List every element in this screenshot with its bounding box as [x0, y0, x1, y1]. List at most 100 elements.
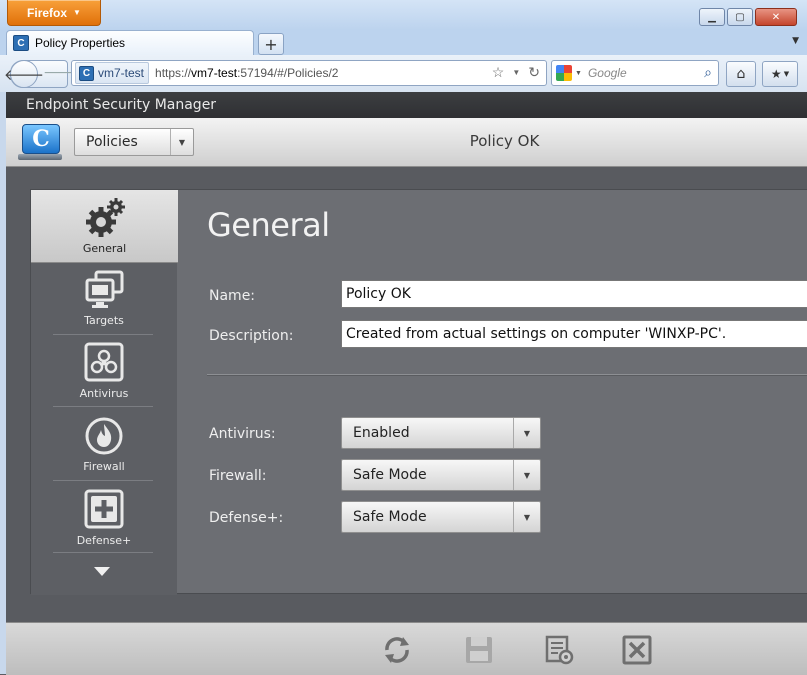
home-button[interactable]: ⌂ — [726, 61, 756, 87]
biohazard-icon — [82, 341, 126, 385]
bookmarks-button[interactable]: ★ ▼ — [762, 61, 798, 87]
defense-label: Defense+: — [209, 510, 284, 526]
search-bar[interactable]: ▼ Google ⌕ — [551, 60, 719, 86]
back-forward-group: 🡐 🡒 — [4, 60, 81, 88]
sidebar-divider — [53, 480, 153, 481]
url-scheme: https:// — [155, 66, 192, 80]
policy-panel: General Targets Antivirus Firewall Defen… — [30, 189, 807, 595]
logo-base — [18, 154, 62, 160]
sidebar-item-firewall[interactable]: Firewall — [31, 408, 177, 480]
description-label: Description: — [209, 328, 294, 344]
url-path: :57194/#/Policies/2 — [237, 66, 339, 80]
back-arrow-icon: 🡐 — [3, 65, 45, 84]
google-icon[interactable] — [556, 65, 572, 81]
home-icon: ⌂ — [736, 66, 746, 82]
triangle-down-icon — [94, 567, 110, 576]
close-icon: ✕ — [771, 11, 781, 23]
antivirus-select-value: Enabled — [353, 425, 410, 441]
chevron-down-icon: ▼ — [513, 502, 540, 532]
name-input[interactable]: Policy OK — [341, 280, 807, 308]
section-title: General — [207, 206, 330, 244]
sidebar-item-defense[interactable]: Defense+ — [31, 482, 177, 554]
close-box-icon — [622, 635, 652, 665]
minimize-icon: ▁ — [708, 11, 716, 23]
form-divider — [207, 374, 807, 375]
flame-icon — [82, 414, 126, 458]
url-bar[interactable]: C vm7-test https://vm7-test:57194/#/Poli… — [71, 60, 547, 86]
window-titlebar: Firefox ▼ ▁ ▢ ✕ — [0, 0, 807, 31]
plus-icon: + — [264, 34, 278, 54]
bookmarks-icon: ★ — [770, 67, 782, 81]
general-section: General Name: Policy OK Description: Cre… — [177, 190, 807, 595]
chevron-down-icon: ▼ — [513, 460, 540, 490]
app-header: Endpoint Security Manager — [6, 92, 807, 118]
chevron-down-icon: ▼ — [513, 418, 540, 448]
bookmark-star-icon[interactable]: ☆ — [492, 64, 505, 81]
window-controls: ▁ ▢ ✕ — [699, 8, 797, 26]
save-disk-icon — [466, 637, 492, 663]
sidebar-item-label: Defense+ — [76, 534, 132, 547]
firewall-label: Firewall: — [209, 468, 267, 484]
url-bar-actions: ☆ ▼ ↻ — [492, 64, 540, 81]
caret-down-icon: ▼ — [73, 8, 81, 17]
sidebar-divider — [53, 552, 153, 553]
monitors-icon — [82, 268, 126, 312]
antivirus-select[interactable]: Enabled ▼ — [341, 417, 541, 449]
sidebar-item-label: Targets — [84, 314, 124, 327]
close-window-button[interactable]: ✕ — [755, 8, 797, 26]
policy-sidebar: General Targets Antivirus Firewall Defen… — [31, 190, 178, 595]
tab-title: Policy Properties — [35, 36, 126, 50]
save-button[interactable] — [462, 633, 496, 667]
defense-select[interactable]: Safe Mode ▼ — [341, 501, 541, 533]
url-host: vm7-test — [191, 66, 238, 80]
minimize-button[interactable]: ▁ — [699, 8, 725, 26]
refresh-icon — [385, 637, 409, 663]
sidebar-scroll-down-button[interactable] — [92, 562, 112, 581]
name-label: Name: — [209, 288, 256, 304]
app-favicon-icon: C — [13, 35, 29, 51]
chevron-down-icon: ▼ — [783, 70, 790, 78]
sidebar-item-label: General — [82, 242, 127, 255]
tab-bar: C Policy Properties + ▼ — [0, 30, 807, 55]
policy-title: Policy OK — [469, 132, 540, 150]
tab-list-chevron-icon[interactable]: ▼ — [792, 36, 799, 46]
site-identity-label: vm7-test — [98, 66, 145, 80]
document-settings-icon — [545, 635, 574, 665]
back-button[interactable]: 🡐 — [4, 60, 44, 88]
reload-icon[interactable]: ↻ — [528, 64, 540, 81]
app-toolbar: C Policies ▼ Policy OK — [6, 118, 807, 167]
refresh-button[interactable] — [380, 633, 414, 667]
description-input[interactable]: Created from actual settings on computer… — [341, 320, 807, 348]
cancel-button[interactable] — [620, 633, 654, 667]
plus-box-icon — [82, 488, 126, 532]
site-favicon-icon: C — [79, 65, 94, 81]
app-name: Endpoint Security Manager — [26, 97, 217, 113]
sidebar-item-general[interactable]: General — [31, 190, 178, 263]
maximize-icon: ▢ — [735, 11, 745, 23]
properties-button[interactable] — [542, 633, 576, 667]
content-area: General Targets Antivirus Firewall Defen… — [6, 167, 807, 622]
search-engine-caret-icon[interactable]: ▼ — [575, 70, 582, 77]
action-bar — [6, 622, 807, 675]
site-identity-button[interactable]: C vm7-test — [75, 62, 150, 84]
sidebar-item-label: Antivirus — [79, 387, 129, 400]
search-icon[interactable]: ⌕ — [704, 64, 712, 81]
sidebar-item-targets[interactable]: Targets — [31, 262, 177, 334]
firewall-select-value: Safe Mode — [353, 467, 427, 483]
new-tab-button[interactable]: + — [258, 33, 284, 55]
firefox-menu-label: Firefox — [27, 5, 68, 20]
gears-icon — [83, 196, 127, 240]
search-placeholder: Google — [587, 66, 627, 80]
antivirus-label: Antivirus: — [209, 426, 276, 442]
sidebar-item-antivirus[interactable]: Antivirus — [31, 335, 177, 407]
maximize-button[interactable]: ▢ — [727, 8, 753, 26]
firefox-menu-button[interactable]: Firefox ▼ — [7, 0, 101, 26]
url-text: https://vm7-test:57194/#/Policies/2 — [155, 66, 338, 80]
firewall-select[interactable]: Safe Mode ▼ — [341, 459, 541, 491]
defense-select-value: Safe Mode — [353, 509, 427, 525]
sidebar-item-label: Firewall — [83, 460, 125, 473]
history-dropdown-icon[interactable]: ▼ — [512, 68, 520, 77]
tab-policy-properties[interactable]: C Policy Properties — [6, 30, 254, 55]
navigation-toolbar: 🡐 🡒 C vm7-test https://vm7-test:57194/#/… — [0, 55, 807, 93]
sidebar-divider — [53, 406, 153, 407]
